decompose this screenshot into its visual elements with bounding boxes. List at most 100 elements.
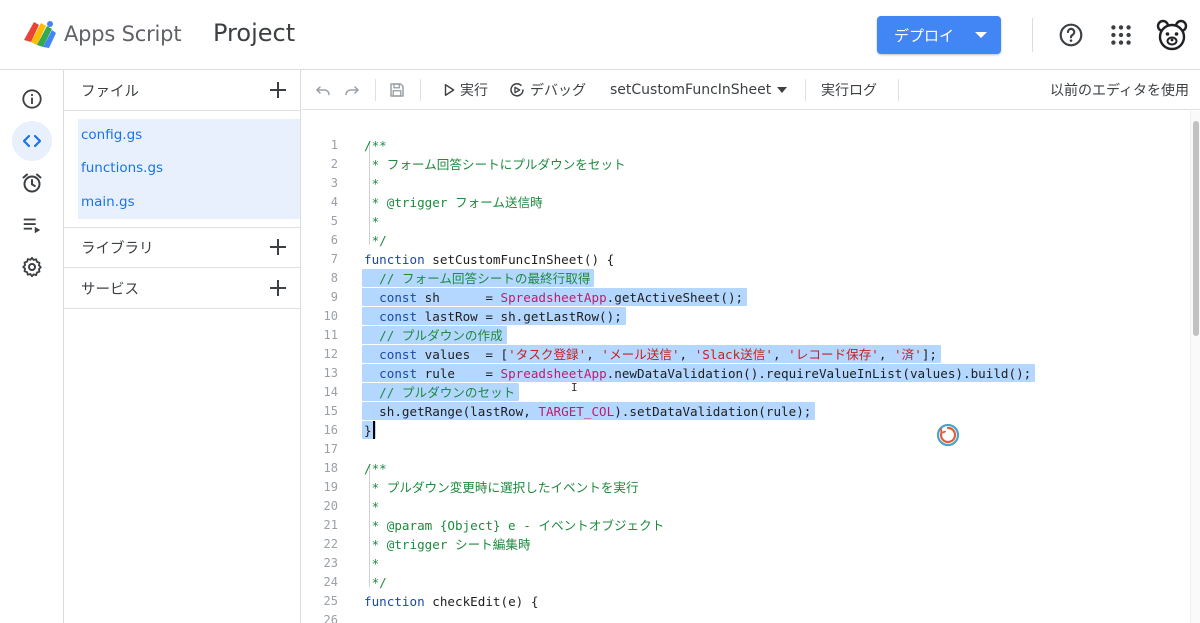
code-token: checkEdit(e) { (432, 594, 539, 609)
line-number: 26 (323, 613, 338, 623)
deploy-button[interactable]: デプロイ (877, 16, 1001, 54)
toolbar-divider (898, 79, 899, 101)
code-line[interactable]: 9 const sh = SpreadsheetApp.getActiveShe… (302, 288, 1190, 307)
code-text: /** (364, 459, 387, 478)
deploy-button-label: デプロイ (894, 26, 955, 45)
code-line[interactable]: 17 (302, 440, 1190, 459)
code-line[interactable]: 5 * (302, 212, 1190, 231)
code-line[interactable]: 8 // フォーム回答シートの最終行取得 (302, 269, 1190, 288)
apps-script-logo-icon[interactable] (22, 18, 58, 50)
debug-icon (510, 83, 524, 97)
code-text: const sh = SpreadsheetApp.getActiveSheet… (364, 288, 743, 307)
file-item-main[interactable]: main.gs (81, 194, 135, 210)
code-line[interactable]: 18 /** (302, 459, 1190, 478)
add-service-plus-icon[interactable] (267, 277, 289, 299)
rail-editor-button[interactable] (12, 121, 52, 161)
code-line[interactable]: 11 // プルダウンの作成 (302, 326, 1190, 345)
debug-button[interactable]: デバッグ (509, 70, 586, 110)
help-circle-icon[interactable] (1058, 22, 1084, 48)
code-token: function (364, 594, 433, 609)
line-number: 16 (323, 423, 338, 437)
file-item-config[interactable]: config.gs (81, 127, 142, 143)
editor-vertical-scrollbar[interactable] (1190, 111, 1200, 623)
code-line[interactable]: 13 const rule = SpreadsheetApp.newDataVa… (302, 364, 1190, 383)
code-line[interactable]: 4 * @trigger フォーム送信時 (302, 193, 1190, 212)
code-token: SpreadsheetApp (500, 290, 607, 305)
code-line[interactable]: 20 * (302, 497, 1190, 516)
code-token: // プルダウンのセット (379, 385, 516, 400)
code-editor[interactable]: 1/** 2 * フォーム回答シートにプルダウンをセット 3 * 4 * @trigg… (302, 111, 1190, 623)
apps-grid-icon[interactable] (1108, 22, 1134, 48)
code-line[interactable]: 14 // プルダウンのセット (302, 383, 1190, 402)
function-select-value: setCustomFuncInSheet (610, 82, 772, 98)
run-button[interactable]: 実行 (442, 70, 488, 110)
code-line[interactable]: 22 * @trigger シート編集時 (302, 535, 1190, 554)
code-line[interactable]: 24 */ (302, 573, 1190, 592)
chevron-down-icon (975, 32, 987, 38)
redo-button[interactable] (343, 70, 361, 110)
text-cursor-icon: I (571, 381, 578, 394)
code-line[interactable]: 12 const values = ['タスク登録', 'メール送信', 'Sl… (302, 345, 1190, 364)
code-line[interactable]: 2 * フォーム回答シートにプルダウンをセット (302, 155, 1190, 174)
code-line[interactable]: 3 * (302, 174, 1190, 193)
code-token: '済' (894, 347, 922, 362)
code-line[interactable]: 10 const lastRow = sh.getLastRow(); (302, 307, 1190, 326)
rail-triggers-button[interactable] (12, 163, 52, 203)
section-divider (64, 110, 301, 111)
code-token: , (586, 347, 602, 362)
code-text: * (364, 212, 380, 231)
code-token: lastRow = sh.getLastRow(); (424, 309, 622, 324)
line-number: 1 (330, 138, 338, 152)
toolbar-divider (420, 79, 421, 101)
use-legacy-editor-button[interactable]: 以前のエディタを使用 (1050, 70, 1189, 110)
code-line[interactable]: 25 function checkEdit(e) { (302, 592, 1190, 611)
code-token: values = [ (424, 347, 509, 362)
code-line[interactable]: 6 */ (302, 231, 1190, 250)
code-token: const (379, 366, 425, 381)
files-section-label: ファイル (81, 83, 139, 100)
code-token: * (364, 214, 380, 229)
bear-avatar-icon[interactable] (1155, 18, 1189, 52)
code-line[interactable]: 23 * (302, 554, 1190, 573)
add-library-plus-icon[interactable] (267, 236, 289, 258)
rail-settings-button[interactable] (12, 247, 52, 287)
line-number: 20 (323, 499, 338, 513)
project-title[interactable]: Project (213, 19, 295, 47)
app-name[interactable]: Apps Script (64, 22, 182, 46)
code-token: } (364, 423, 372, 438)
line-number: 17 (323, 442, 338, 456)
services-section-header[interactable]: サービス (64, 268, 301, 308)
line-number: 11 (323, 328, 338, 342)
rail-executions-button[interactable] (12, 205, 52, 245)
function-select-dropdown[interactable]: setCustomFuncInSheet (610, 70, 788, 110)
code-text: * (364, 174, 380, 193)
code-line[interactable]: 15 sh.getRange(lastRow, TARGET_COL).setD… (302, 402, 1190, 421)
code-token: * プルダウン変更時に選択したイベントを実行 (364, 480, 639, 495)
editor-toolbar: 実行 デバッグ setCustomFuncInSheet 実行ログ 以前のエディ… (302, 70, 1200, 110)
line-number: 14 (323, 385, 338, 399)
toolbar-divider (805, 79, 806, 101)
files-section-header[interactable]: ファイル (64, 70, 301, 110)
code-token: sh = (424, 290, 501, 305)
code-line[interactable]: 26 (302, 611, 1190, 623)
scrollbar-thumb[interactable] (1193, 121, 1199, 336)
code-token: setCustomFuncInSheet() { (432, 252, 615, 267)
code-text: sh.getRange(lastRow, TARGET_COL).setData… (364, 402, 811, 421)
execution-log-button[interactable]: 実行ログ (821, 70, 877, 110)
code-token: SpreadsheetApp (500, 366, 607, 381)
libraries-section-label: ライブラリ (81, 240, 154, 257)
save-button[interactable] (388, 70, 406, 110)
code-line[interactable]: 16} (302, 421, 1190, 440)
code-line[interactable]: 21 * @param {Object} e - イベントオブジェクト (302, 516, 1190, 535)
code-line[interactable]: 1 /** (302, 136, 1190, 155)
libraries-section-header[interactable]: ライブラリ (64, 227, 301, 267)
code-line[interactable]: 19 * プルダウン変更時に選択したイベントを実行 (302, 478, 1190, 497)
line-number: 3 (330, 176, 338, 190)
rail-overview-button[interactable] (12, 79, 52, 119)
file-item-functions[interactable]: functions.gs (81, 160, 163, 176)
code-token: 'タスク登録' (508, 347, 587, 362)
code-line[interactable]: 7 function setCustomFuncInSheet() { (302, 250, 1190, 269)
add-file-plus-icon[interactable] (267, 79, 289, 101)
undo-button[interactable] (314, 70, 332, 110)
